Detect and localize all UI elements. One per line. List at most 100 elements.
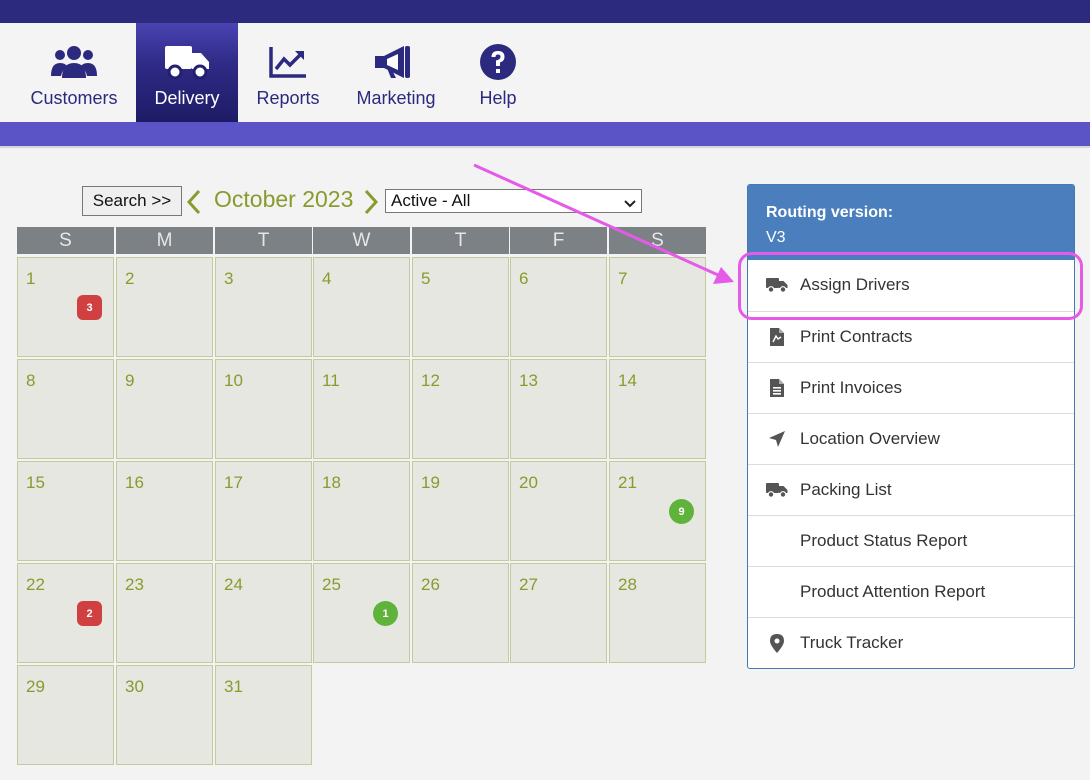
calendar-day[interactable]: 26 [412, 563, 509, 663]
month-title: October 2023 [214, 186, 354, 212]
nav-customers[interactable]: Customers [24, 23, 124, 122]
chevron-down-icon [623, 195, 637, 215]
day-number: 29 [26, 677, 45, 696]
day-number: 28 [618, 575, 637, 594]
calendar-day[interactable]: 3 [215, 257, 312, 357]
chevron-right-icon[interactable] [363, 188, 379, 216]
main-nav: Customers Delivery Reports Marketing Hel… [0, 23, 1090, 122]
menu-truck-tracker[interactable]: Truck Tracker [748, 617, 1074, 668]
weekday-label: F [510, 227, 607, 254]
calendar-day[interactable]: 6 [510, 257, 607, 357]
day-number: 6 [519, 269, 529, 288]
calendar-day[interactable]: 13 [510, 359, 607, 459]
calendar-day[interactable]: 11 [313, 359, 410, 459]
calendar-day[interactable]: 9 [116, 359, 213, 459]
weekday-label: T [412, 227, 509, 254]
nav-label: Reports [256, 88, 320, 108]
menu-product-status-report[interactable]: Product Status Report [748, 515, 1074, 566]
calendar-day[interactable]: 13 [17, 257, 114, 357]
weekday-label: T [215, 227, 312, 254]
day-number: 22 [26, 575, 45, 594]
calendar-day[interactable]: 24 [215, 563, 312, 663]
calendar-day[interactable]: 10 [215, 359, 312, 459]
calendar-day[interactable]: 17 [215, 461, 312, 561]
weekday-label: M [116, 227, 213, 254]
chevron-left-icon[interactable] [186, 188, 202, 216]
menu-item-label: Packing List [800, 480, 892, 499]
calendar-day[interactable]: 23 [116, 563, 213, 663]
day-number: 27 [519, 575, 538, 594]
calendar-day[interactable]: 18 [313, 461, 410, 561]
delivery-count-badge[interactable]: 2 [77, 601, 102, 626]
question-circle-icon [479, 42, 517, 82]
sub-bar [0, 122, 1090, 146]
day-number: 14 [618, 371, 637, 390]
nav-help[interactable]: Help [448, 23, 548, 122]
calendar-day[interactable]: 20 [510, 461, 607, 561]
weekday-label: W [313, 227, 410, 254]
day-number: 12 [421, 371, 440, 390]
calendar-day[interactable]: 14 [609, 359, 706, 459]
delivery-count-badge[interactable]: 3 [77, 295, 102, 320]
calendar-day[interactable]: 4 [313, 257, 410, 357]
nav-label: Customers [30, 88, 118, 108]
search-button[interactable]: Search >> [82, 186, 182, 216]
menu-print-invoices[interactable]: Print Invoices [748, 362, 1074, 413]
calendar-day[interactable]: 30 [116, 665, 213, 765]
file-text-icon [766, 378, 788, 398]
calendar-day[interactable]: 29 [17, 665, 114, 765]
day-number: 15 [26, 473, 45, 492]
routing-version-value: V3 [766, 229, 786, 246]
day-number: 23 [125, 575, 144, 594]
day-number: 13 [519, 371, 538, 390]
nav-reports[interactable]: Reports [238, 23, 338, 122]
calendar-day[interactable]: 15 [17, 461, 114, 561]
calendar-day[interactable]: 27 [510, 563, 607, 663]
day-number: 11 [322, 371, 340, 390]
annotation-highlight [738, 252, 1083, 320]
day-number: 5 [421, 269, 431, 288]
menu-product-attention-report[interactable]: Product Attention Report [748, 566, 1074, 617]
calendar-day[interactable]: 7 [609, 257, 706, 357]
calendar-day[interactable]: 8 [17, 359, 114, 459]
menu-location-overview[interactable]: Location Overview [748, 413, 1074, 464]
divider [0, 146, 1090, 148]
day-number: 19 [421, 473, 440, 492]
delivery-count-badge[interactable]: 9 [669, 499, 694, 524]
delivery-count-badge[interactable]: 1 [373, 601, 398, 626]
calendar-day[interactable]: 25 1 [313, 563, 410, 663]
nav-label: Marketing [356, 88, 436, 108]
calendar-weekday-header: S M T W T F S [17, 227, 707, 254]
day-number: 31 [224, 677, 243, 696]
nav-marketing[interactable]: Marketing [346, 23, 446, 122]
calendar-day[interactable]: 19 [412, 461, 509, 561]
nav-delivery[interactable]: Delivery [136, 23, 238, 122]
day-number: 4 [322, 269, 332, 288]
menu-item-label: Location Overview [800, 429, 940, 448]
users-icon [50, 42, 98, 82]
day-number: 18 [322, 473, 341, 492]
map-marker-icon [766, 633, 788, 653]
calendar-day[interactable]: 2 [116, 257, 213, 357]
menu-item-label: Print Contracts [800, 327, 913, 346]
calendar-day[interactable]: 5 [412, 257, 509, 357]
top-bar [0, 0, 1090, 23]
day-number: 20 [519, 473, 538, 492]
status-filter-select[interactable]: Active - All [385, 189, 642, 213]
menu-item-label: Product Status Report [800, 531, 968, 550]
calendar-day[interactable]: 16 [116, 461, 213, 561]
calendar-day[interactable]: 22 2 [17, 563, 114, 663]
calendar-day[interactable]: 21 9 [609, 461, 706, 561]
menu-item-label: Print Invoices [800, 378, 903, 397]
location-arrow-icon [766, 429, 788, 449]
calendar-day[interactable]: 28 [609, 563, 706, 663]
routing-header: Routing version: V3 [748, 185, 1074, 260]
calendar-day[interactable]: 31 [215, 665, 312, 765]
day-number: 3 [224, 269, 234, 288]
weekday-label: S [609, 227, 706, 254]
menu-packing-list[interactable]: Packing List [748, 464, 1074, 515]
calendar-day[interactable]: 12 [412, 359, 509, 459]
day-number: 1 [26, 269, 36, 288]
day-number: 24 [224, 575, 243, 594]
menu-item-label: Truck Tracker [800, 633, 904, 652]
